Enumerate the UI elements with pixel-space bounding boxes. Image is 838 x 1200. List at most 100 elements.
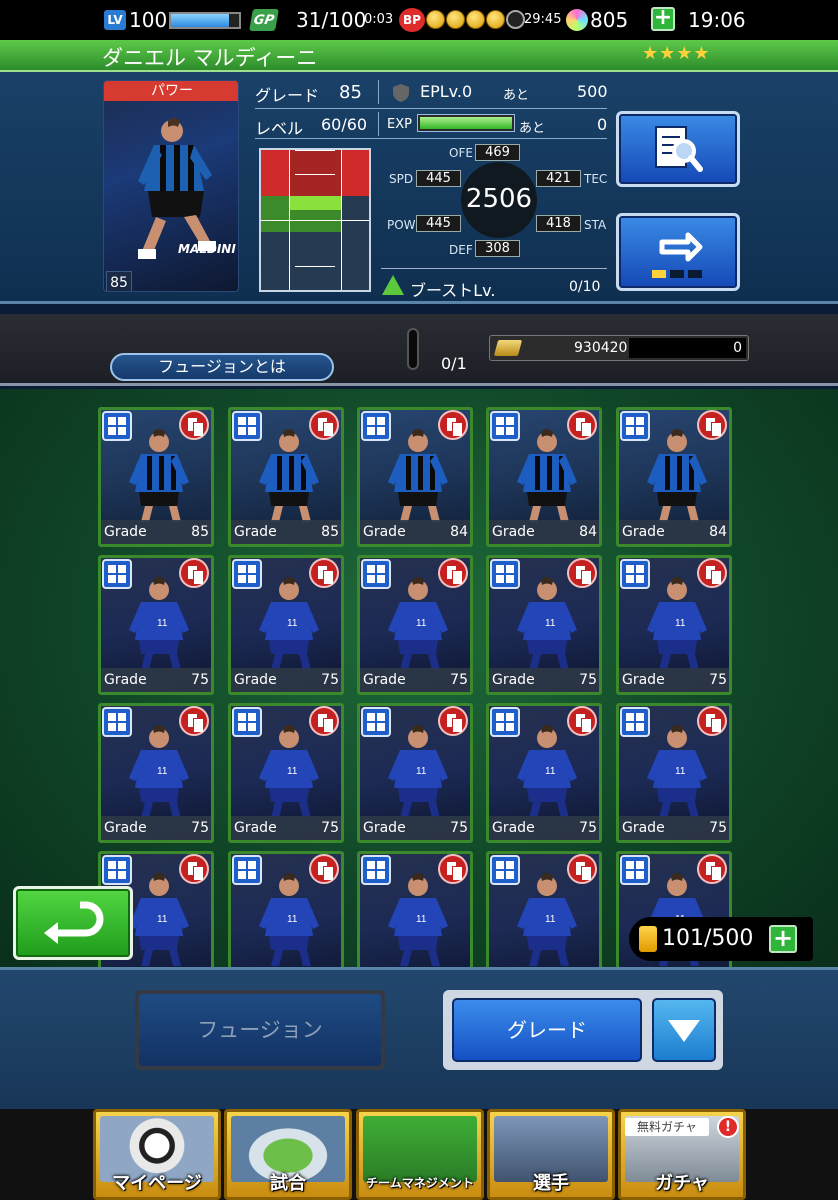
card-copy-icon[interactable] [309,410,339,440]
player-card[interactable]: 11 Grade 75 [486,555,602,695]
card-grid-icon[interactable] [490,855,520,885]
svg-text:11: 11 [416,914,427,925]
player-card[interactable]: 11 Grade 75 [486,703,602,843]
card-copy-icon[interactable] [179,558,209,588]
bp-icon: BP [399,8,425,32]
nav-players[interactable]: 選手 [487,1109,615,1200]
card-copy-icon[interactable] [179,706,209,736]
card-grid-icon[interactable] [620,707,650,737]
switch-view-button[interactable] [616,213,740,291]
nav-mypage[interactable]: マイページ [93,1109,221,1200]
player-card[interactable]: Grade 84 [616,407,732,547]
card-grade-label: Grade [104,672,147,688]
player-card[interactable]: Grade 85 [228,407,344,547]
card-grade-value: 75 [321,672,339,688]
card-copy-icon[interactable] [567,854,597,884]
boost-value: 0/10 [569,279,601,295]
nav-team-management[interactable]: チームマネジメント [356,1109,484,1200]
card-grid-icon[interactable] [490,707,520,737]
svg-text:11: 11 [545,766,556,777]
card-copy-icon[interactable] [697,558,727,588]
level-label: レベル [255,119,304,138]
fusion-button[interactable]: フュージョン [135,990,385,1070]
card-copy-icon[interactable] [438,854,468,884]
player-card[interactable]: 11 Grade 75 [228,703,344,843]
sort-direction-button[interactable] [652,998,716,1062]
bp-coin-filled-icon [466,10,485,29]
selected-player-card[interactable]: パワー MALDINI 85 [103,80,239,292]
card-grid-icon[interactable] [232,855,262,885]
card-grid-icon[interactable] [620,855,650,885]
player-card[interactable]: 11 Grade 75 [616,703,732,843]
nav-label: 選手 [533,1173,569,1194]
status-bar: LV 100 GP 31/100 0:03 BP 29:45 805 + 19:… [0,0,838,40]
nav-gacha[interactable]: 無料ガチャ! ガチャ [618,1109,746,1200]
card-copy-icon[interactable] [567,410,597,440]
back-button[interactable] [13,886,133,960]
card-grade-label: Grade [234,820,277,836]
card-copy-icon[interactable] [697,706,727,736]
card-grid-icon[interactable] [620,559,650,589]
card-grade-label: Grade [492,820,535,836]
card-grid-icon[interactable] [102,411,132,441]
card-grade-bar: Grade 75 [101,668,211,692]
player-card[interactable]: Grade 85 [98,407,214,547]
card-grade-value: 75 [579,672,597,688]
spd-label: SPD [389,172,414,186]
card-grid-icon[interactable] [232,411,262,441]
player-card[interactable]: 11 Grade 75 [357,703,473,843]
player-card[interactable]: 11 Grade 75 [357,555,473,695]
card-grade-bar: Grade 75 [360,668,470,692]
magnifier-document-icon [655,126,703,172]
card-copy-icon[interactable] [179,410,209,440]
card-grade-label: Grade [492,524,535,540]
expand-storage-button[interactable]: + [769,925,797,953]
card-grid-icon[interactable] [490,411,520,441]
player-card[interactable]: 11 [486,851,602,967]
card-grid-icon[interactable] [361,559,391,589]
card-copy-icon[interactable] [438,410,468,440]
card-grid-icon[interactable] [490,559,520,589]
nav-match[interactable]: 試合 [224,1109,352,1200]
card-copy-icon[interactable] [438,706,468,736]
card-grid-icon[interactable] [232,707,262,737]
card-copy-icon[interactable] [309,558,339,588]
player-card[interactable]: 11 Grade 75 [228,555,344,695]
player-details-button[interactable] [616,111,740,187]
card-copy-icon[interactable] [179,854,209,884]
card-copy-icon[interactable] [697,854,727,884]
card-grade-value: 75 [191,672,209,688]
card-grade-bar: Grade 84 [619,520,729,544]
what-is-fusion-button[interactable]: フュージョンとは [110,353,334,381]
player-card[interactable]: Grade 84 [486,407,602,547]
player-card[interactable]: 11 [228,851,344,967]
sort-button[interactable]: グレード [452,998,642,1062]
card-grid-icon[interactable] [102,559,132,589]
gp-value: 31/100 [296,8,367,32]
card-grid-icon[interactable] [361,855,391,885]
card-copy-icon[interactable] [309,854,339,884]
level-progress-bar [169,12,241,29]
player-card[interactable]: 11 Grade 75 [616,555,732,695]
card-grid-icon[interactable] [232,559,262,589]
player-card[interactable]: 11 Grade 75 [98,555,214,695]
bp-coin-empty-icon [506,10,525,29]
card-grid-icon[interactable] [361,411,391,441]
card-copy-icon[interactable] [697,410,727,440]
player-card[interactable]: 11 Grade 75 [98,703,214,843]
card-copy-icon[interactable] [309,706,339,736]
card-copy-icon[interactable] [438,558,468,588]
buy-gems-button[interactable]: + [651,7,675,31]
gp-icon: GP [249,9,279,31]
card-grade-value: 84 [450,524,468,540]
card-copy-icon[interactable] [567,558,597,588]
card-grid-icon[interactable] [620,411,650,441]
player-card[interactable]: 11 [357,851,473,967]
card-copy-icon[interactable] [567,706,597,736]
player-card[interactable]: Grade 84 [357,407,473,547]
card-grid-icon[interactable] [102,707,132,737]
shield-icon [393,84,409,102]
card-grid-icon[interactable] [361,707,391,737]
card-grade-label: Grade [363,820,406,836]
card-grid-icon[interactable] [102,855,132,885]
